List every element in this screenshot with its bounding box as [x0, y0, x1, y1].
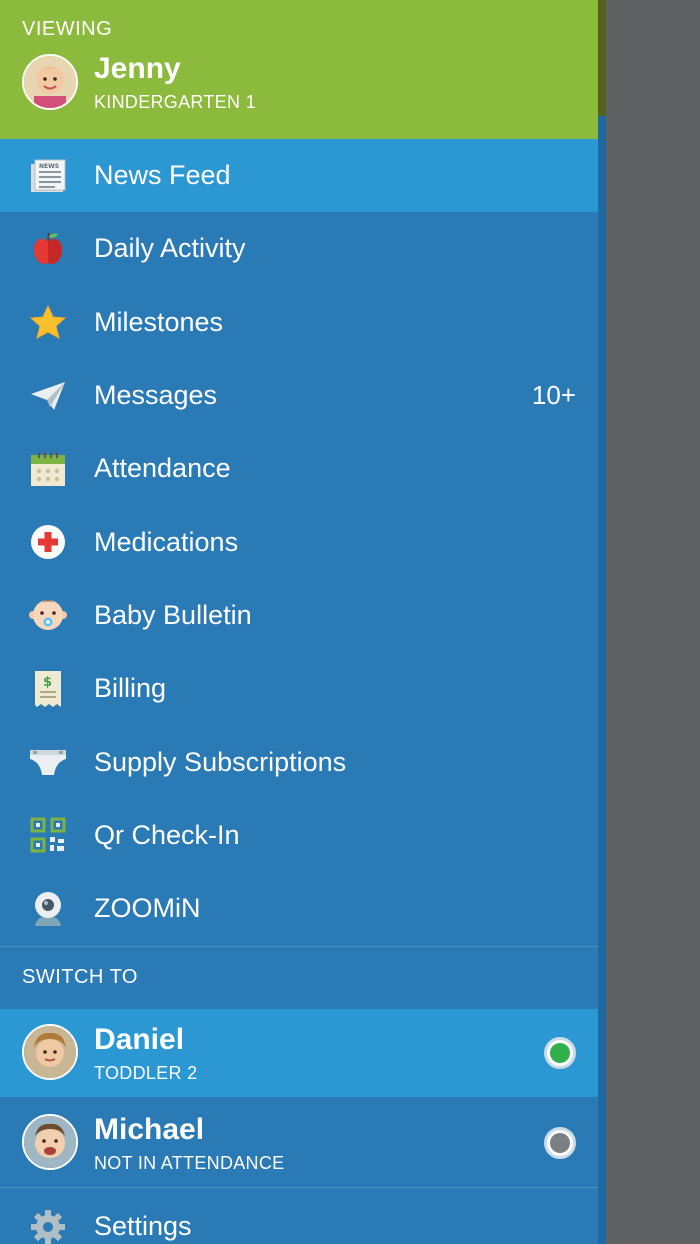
attendance-status-indicator — [544, 1127, 576, 1159]
menu-item-baby-bulletin[interactable]: Baby Bulletin — [0, 579, 604, 652]
child-name: Michael — [94, 1113, 205, 1146]
current-child-header[interactable]: VIEWING Jenny KINDERGARTEN 1 — [0, 0, 604, 139]
menu-list: NEWS News Feed Daily Activity Milestones… — [0, 139, 604, 945]
menu-item-attendance[interactable]: Attendance — [0, 432, 604, 505]
avatar — [22, 1114, 78, 1170]
menu-label: Settings — [94, 1211, 192, 1241]
avatar — [22, 1024, 78, 1080]
child-class: TODDLER 2 — [94, 1063, 198, 1083]
menu-item-zoomin[interactable]: ZOOMiN — [0, 872, 604, 945]
switch-child-daniel[interactable]: Daniel TODDLER 2 — [0, 1009, 604, 1097]
medical-cross-icon — [28, 522, 68, 562]
diaper-icon — [28, 742, 68, 782]
menu-label: ZOOMiN — [94, 893, 201, 924]
divider — [0, 946, 604, 947]
menu-label: Attendance — [94, 453, 231, 484]
menu-label: Milestones — [94, 306, 224, 337]
avatar — [22, 54, 78, 110]
calendar-icon — [28, 449, 68, 489]
svg-text:$: $ — [43, 675, 52, 690]
child-class: KINDERGARTEN 1 — [94, 92, 256, 112]
menu-label: Billing — [94, 673, 167, 704]
menu-item-daily-activity[interactable]: Daily Activity — [0, 212, 604, 285]
messages-count-badge: 10+ — [531, 380, 576, 411]
navigation-drawer: VIEWING Jenny KINDERGARTEN 1 NEWS News F… — [0, 0, 604, 1244]
attendance-status-indicator — [544, 1037, 576, 1069]
child-status: NOT IN ATTENDANCE — [94, 1153, 285, 1173]
menu-item-messages[interactable]: Messages 10+ — [0, 359, 604, 432]
menu-label: Baby Bulletin — [94, 599, 252, 630]
menu-label: Supply Subscriptions — [94, 746, 347, 777]
child-name: Jenny — [94, 52, 181, 85]
baby-face-icon — [28, 595, 68, 635]
menu-label: Daily Activity — [94, 233, 246, 264]
menu-label: Messages — [94, 380, 218, 411]
switch-to-label: SWITCH TO — [22, 966, 138, 988]
menu-item-qr-check-in[interactable]: Qr Check-In — [0, 799, 604, 872]
child-name: Daniel — [94, 1023, 185, 1056]
menu-label: Medications — [94, 526, 239, 557]
menu-item-news-feed[interactable]: NEWS News Feed — [0, 139, 604, 213]
drawer-edge — [598, 0, 606, 1244]
menu-label: Qr Check-In — [94, 819, 240, 850]
menu-item-billing[interactable]: $ Billing — [0, 652, 604, 725]
newspaper-icon: NEWS — [28, 156, 68, 196]
menu-item-supply-subscriptions[interactable]: Supply Subscriptions — [0, 725, 604, 798]
star-icon — [28, 302, 68, 342]
gear-icon — [28, 1207, 68, 1244]
menu-item-milestones[interactable]: Milestones — [0, 286, 604, 359]
qr-code-icon — [28, 815, 68, 855]
paper-plane-icon — [28, 376, 68, 416]
menu-label: News Feed — [94, 160, 231, 191]
divider — [0, 1187, 604, 1188]
viewing-label: VIEWING — [22, 18, 113, 40]
menu-item-settings[interactable]: Settings — [0, 1190, 604, 1244]
drawer-edge-shadow — [598, 0, 606, 116]
apple-icon — [28, 229, 68, 269]
menu-item-medications[interactable]: Medications — [0, 505, 604, 578]
switch-child-michael[interactable]: Michael NOT IN ATTENDANCE — [0, 1099, 604, 1187]
svg-text:NEWS: NEWS — [39, 163, 59, 170]
webcam-icon — [28, 889, 68, 929]
receipt-icon: $ — [28, 669, 68, 709]
